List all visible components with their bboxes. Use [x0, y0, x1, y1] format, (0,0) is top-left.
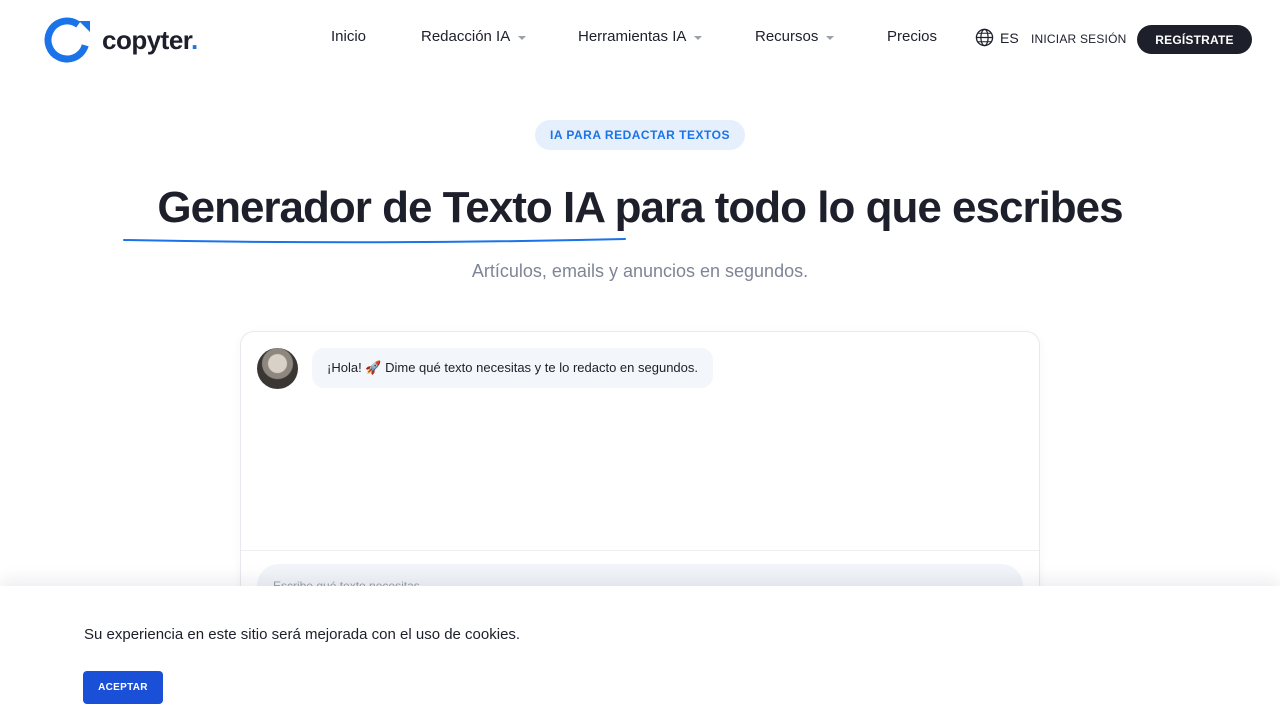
title-underline-decoration	[123, 238, 626, 244]
register-button[interactable]: REGÍSTRATE	[1137, 25, 1252, 54]
cookie-banner: Su experiencia en este sitio será mejora…	[0, 586, 1280, 720]
nav-item-label: Redacción IA	[421, 28, 511, 45]
nav-item-redaccion-ia[interactable]: Redacción IA	[421, 28, 527, 45]
chevron-down-icon	[694, 35, 703, 40]
chat-divider	[241, 550, 1039, 551]
accept-cookies-button[interactable]: ACEPTAR	[83, 671, 163, 704]
nav-item-label: Herramientas IA	[578, 28, 687, 45]
login-link[interactable]: INICIAR SESIÓN	[1031, 32, 1126, 46]
assistant-message: ¡Hola! 🚀 Dime qué texto necesitas y te l…	[312, 348, 713, 388]
chevron-down-icon	[518, 35, 527, 40]
page-title: Generador de Texto IA para todo lo que e…	[0, 183, 1280, 233]
nav-item-label: Precios	[887, 28, 938, 45]
site-header: copyter. Inicio Redacción IA Herramienta…	[0, 0, 1280, 80]
main-nav: Inicio Redacción IA Herramientas IA Recu…	[0, 28, 1280, 52]
title-highlight: Generador de Texto IA	[157, 183, 604, 232]
chevron-down-icon	[826, 35, 835, 40]
nav-item-inicio[interactable]: Inicio	[331, 28, 366, 45]
cookie-message: Su experiencia en este sitio será mejora…	[84, 626, 521, 643]
title-rest: para todo lo que escribes	[603, 183, 1124, 232]
globe-icon	[975, 28, 994, 47]
language-label: ES	[1000, 29, 1019, 46]
hero-subtitle: Artículos, emails y anuncios en segundos…	[471, 261, 809, 281]
hero-badge: IA PARA REDACTAR TEXTOS	[535, 120, 745, 150]
assistant-avatar	[257, 348, 298, 389]
nav-item-label: Recursos	[755, 28, 819, 45]
nav-item-precios[interactable]: Precios	[887, 28, 937, 45]
nav-item-label: Inicio	[331, 28, 367, 45]
nav-item-herramientas-ia[interactable]: Herramientas IA	[578, 28, 703, 45]
nav-item-recursos[interactable]: Recursos	[755, 28, 835, 45]
language-selector[interactable]: ES	[975, 28, 1019, 47]
